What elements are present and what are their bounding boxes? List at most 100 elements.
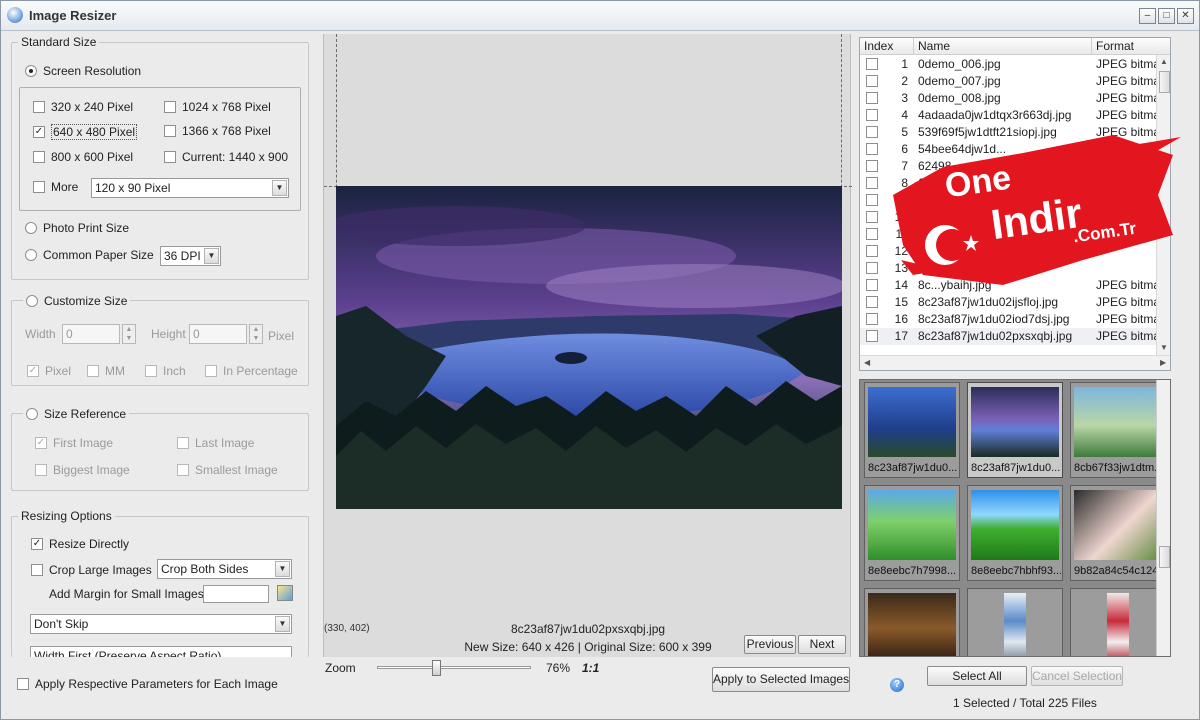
checkbox-icon[interactable] (177, 464, 189, 476)
checkbox-icon[interactable] (866, 313, 878, 325)
checkbox-icon[interactable] (866, 75, 878, 87)
radio-icon[interactable] (25, 222, 37, 234)
checkbox-icon[interactable] (866, 228, 878, 240)
thumbnail-scrollbar[interactable] (1156, 380, 1170, 656)
checkbox-icon[interactable] (866, 211, 878, 223)
column-index[interactable]: Index (860, 38, 914, 55)
chevron-down-icon[interactable]: ▼ (275, 561, 290, 577)
thumbnail-item[interactable]: 8c23af87jw1du0... (864, 382, 960, 478)
thumbnail-grid[interactable]: 8c23af87jw1du0... 8c23af87jw1du0... 8cb67f… (859, 379, 1171, 657)
thumbnail-item[interactable]: 9b82a84c54c124... (1070, 485, 1166, 581)
checkbox-icon[interactable] (164, 151, 176, 163)
checkbox-checked-icon[interactable]: ✓ (33, 126, 45, 138)
width-input[interactable]: 0 (62, 324, 120, 344)
thumbnail-item[interactable] (1070, 588, 1166, 656)
unit-mm-option[interactable]: MM (87, 364, 125, 378)
checkbox-icon[interactable] (866, 160, 878, 172)
unit-percentage-option[interactable]: In Percentage (205, 364, 298, 378)
checkbox-icon[interactable] (866, 194, 878, 206)
chevron-down-icon[interactable]: ▼ (275, 616, 290, 632)
dpi-select[interactable]: 36 DPI ▼ (160, 246, 221, 266)
option-640x480[interactable]: ✓ 640 x 480 Pixel (33, 124, 138, 140)
thumbnail-item[interactable]: 8cb67f33jw1dtm... (1070, 382, 1166, 478)
list-horizontal-scrollbar[interactable]: ◀ ▶ (860, 355, 1170, 370)
thumbnail-item[interactable]: 8c23af87jw1du0... (967, 382, 1063, 478)
select-all-button[interactable]: Select All (927, 666, 1027, 686)
photo-print-radio[interactable]: Photo Print Size (25, 221, 129, 235)
one-to-one-button[interactable]: 1:1 (582, 661, 599, 675)
checkbox-icon[interactable] (866, 330, 878, 342)
file-list-row[interactable]: 4 4adaada0jw1dtqx3r663dj.jpg JPEG bitma... (860, 107, 1170, 124)
crop-mode-select[interactable]: Crop Both Sides ▼ (157, 559, 292, 579)
thumbnail-item[interactable] (967, 588, 1063, 656)
scroll-down-icon[interactable]: ▼ (1160, 343, 1168, 352)
file-list-row[interactable]: 16 8c23af87jw1du02iod7dsj.jpg JPEG bitma..… (860, 311, 1170, 328)
checkbox-icon[interactable] (866, 177, 878, 189)
checkbox-checked-icon[interactable]: ✓ (27, 365, 39, 377)
last-image-option[interactable]: Last Image (177, 436, 254, 450)
height-spinner[interactable]: ▲ ▼ (249, 324, 263, 344)
option-1024x768[interactable]: 1024 x 768 Pixel (164, 100, 271, 114)
thumbnail-item[interactable]: 8e8eebc7hbhf93... (967, 485, 1063, 581)
zoom-slider-thumb[interactable] (431, 660, 441, 676)
margin-color-swatch[interactable] (203, 585, 269, 603)
checkbox-icon[interactable] (866, 262, 878, 274)
cancel-selection-button[interactable]: Cancel Selection (1031, 666, 1123, 686)
checkbox-icon[interactable] (17, 678, 29, 690)
checkbox-icon[interactable] (866, 279, 878, 291)
width-spinner[interactable]: ▲ ▼ (122, 324, 136, 344)
resize-directly-option[interactable]: ✓ Resize Directly (31, 537, 129, 551)
aspect-mode-select[interactable]: Width First (Preserve Aspect Ratio) (30, 646, 292, 657)
checkbox-checked-icon[interactable]: ✓ (31, 538, 43, 550)
checkbox-icon[interactable] (866, 296, 878, 308)
checkbox-icon[interactable] (164, 101, 176, 113)
customize-size-radio[interactable]: Customize Size (23, 294, 131, 308)
unit-inch-option[interactable]: Inch (145, 364, 186, 378)
checkbox-icon[interactable] (866, 109, 878, 121)
crop-large-option[interactable]: Crop Large Images (31, 563, 152, 577)
checkbox-icon[interactable] (33, 151, 45, 163)
checkbox-icon[interactable] (866, 58, 878, 70)
previous-button[interactable]: Previous (744, 635, 796, 654)
thumbnail-scroll-thumb[interactable] (1159, 546, 1170, 568)
checkbox-icon[interactable] (33, 101, 45, 113)
size-reference-radio[interactable]: Size Reference (23, 407, 130, 421)
file-list-row[interactable]: 15 8c23af87jw1du02ijsfloj.jpg JPEG bitma..… (860, 294, 1170, 311)
option-current-resolution[interactable]: Current: 1440 x 900 (164, 150, 288, 164)
common-paper-radio[interactable]: Common Paper Size (25, 248, 154, 262)
chevron-down-icon[interactable]: ▼ (272, 180, 287, 196)
file-list-row[interactable]: 3 0demo_008.jpg JPEG bitma... (860, 90, 1170, 107)
scroll-thumb[interactable] (1159, 71, 1170, 93)
file-list-row[interactable]: 2 0demo_007.jpg JPEG bitma... (860, 73, 1170, 90)
apply-selected-button[interactable]: Apply to Selected Images (712, 667, 850, 692)
color-picker-icon[interactable] (277, 585, 293, 601)
checkbox-icon[interactable] (145, 365, 157, 377)
skip-mode-select[interactable]: Don't Skip ▼ (30, 614, 292, 634)
next-button[interactable]: Next (798, 635, 846, 654)
help-icon[interactable]: ? (890, 678, 904, 692)
chevron-down-icon[interactable]: ▼ (204, 248, 219, 264)
zoom-slider-track[interactable] (377, 666, 531, 669)
close-icon[interactable]: ✕ (1177, 8, 1194, 24)
column-format[interactable]: Format (1092, 38, 1170, 55)
checkbox-icon[interactable] (177, 437, 189, 449)
column-name[interactable]: Name (914, 38, 1092, 55)
height-input[interactable]: 0 (189, 324, 247, 344)
more-size-select[interactable]: 120 x 90 Pixel ▼ (91, 178, 289, 198)
checkbox-icon[interactable] (205, 365, 217, 377)
scroll-right-icon[interactable]: ▶ (1160, 358, 1166, 367)
checkbox-icon[interactable] (35, 464, 47, 476)
smallest-image-option[interactable]: Smallest Image (177, 463, 278, 477)
scroll-left-icon[interactable]: ◀ (864, 358, 870, 367)
screen-resolution-radio[interactable]: Screen Resolution (25, 64, 141, 78)
biggest-image-option[interactable]: Biggest Image (35, 463, 130, 477)
checkbox-icon[interactable] (866, 126, 878, 138)
radio-icon[interactable] (25, 249, 37, 261)
checkbox-icon[interactable] (31, 564, 43, 576)
option-more[interactable]: More (33, 180, 78, 194)
scroll-up-icon[interactable]: ▲ (1160, 57, 1168, 66)
first-image-option[interactable]: ✓ First Image (35, 436, 113, 450)
radio-icon[interactable] (25, 65, 37, 77)
checkbox-icon[interactable] (866, 143, 878, 155)
file-list-row[interactable]: 17 8c23af87jw1du02pxsxqbj.jpg JPEG bitma..… (860, 328, 1170, 345)
